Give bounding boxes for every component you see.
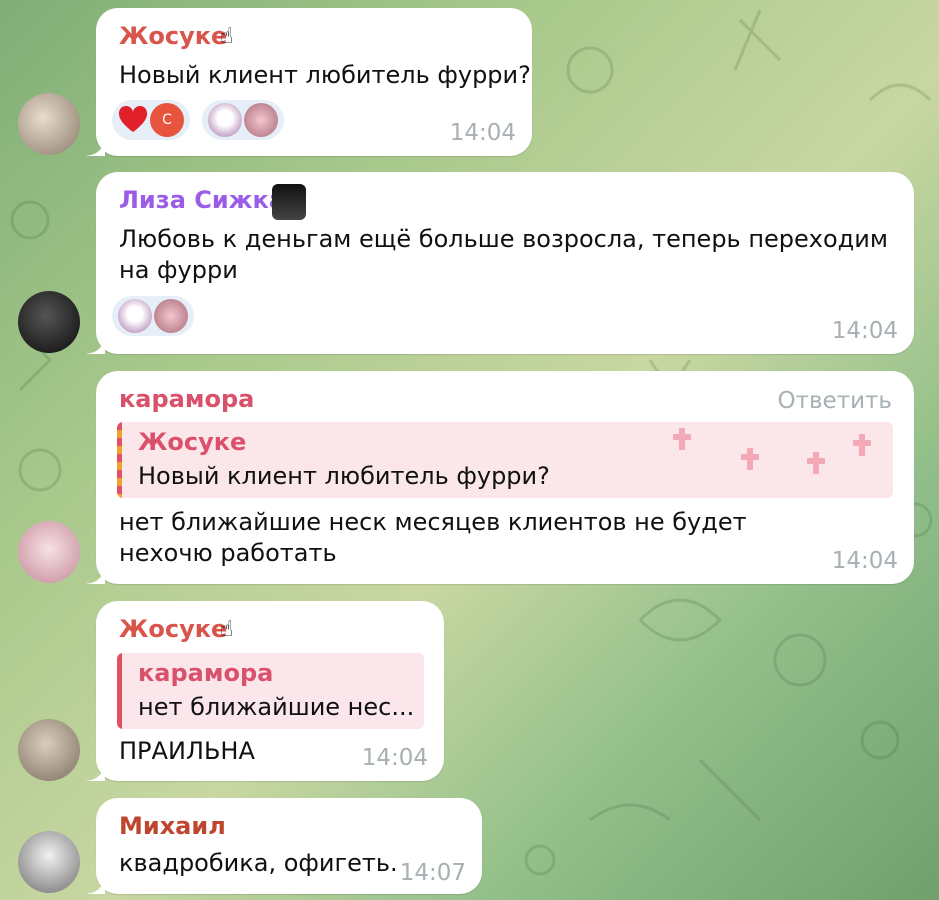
my-melody-sticker-icon	[208, 103, 242, 137]
quote-stripe	[117, 422, 122, 498]
my-melody-sticker-icon	[118, 299, 152, 333]
message-text: квадробика, офигеть.	[119, 849, 398, 877]
reply-button[interactable]: Ответить	[777, 388, 892, 414]
message-time: 14:04	[831, 548, 898, 574]
sender-name[interactable]: карамора	[119, 385, 254, 413]
reply-quote[interactable]: карамора нет ближайшие нес...	[117, 653, 424, 729]
avatar[interactable]	[18, 93, 80, 155]
message-bubble[interactable]: Михаил квадробика, офигеть. 14:07	[87, 798, 482, 894]
quote-text: Новый клиент любитель фурри?	[138, 462, 550, 490]
sender-name[interactable]: Михаил	[119, 812, 226, 840]
reply-quote[interactable]: Жосуке Новый клиент любитель фурри?	[117, 422, 893, 498]
reactions: С	[112, 100, 284, 140]
reaction-sticker[interactable]	[112, 296, 194, 336]
reactions	[112, 296, 194, 336]
cross-pattern-icon	[673, 428, 871, 474]
message-bubble[interactable]: Лиза Сижка Любовь к деньгам ещё больше в…	[87, 172, 914, 354]
avatar[interactable]	[18, 831, 80, 893]
quote-text: нет ближайшие нес...	[138, 693, 415, 721]
avatar[interactable]	[18, 719, 80, 781]
sender-name[interactable]: Лиза Сижка	[119, 186, 285, 214]
reactor-avatar	[154, 299, 188, 333]
message-text: ПРАИЛЬНА	[119, 737, 255, 765]
sender-emoji-icon: ☝	[220, 617, 234, 642]
message-bubble[interactable]: карамора Ответить Жосуке Новый клиент лю…	[87, 371, 914, 584]
message-bubble[interactable]: Жосуке ☝ карамора нет ближайшие нес... П…	[87, 601, 444, 781]
quote-stripe	[117, 653, 122, 729]
reactor-avatar: С	[150, 103, 184, 137]
reaction-sticker[interactable]	[202, 100, 284, 140]
message-text: нет ближайшие неск месяцев клиентов не б…	[119, 508, 747, 567]
message-bubble[interactable]: Жосуке ☝ Новый клиент любитель фурри? С …	[87, 8, 532, 156]
message-time: 14:07	[399, 860, 466, 886]
sender-emoji-icon	[272, 184, 306, 220]
reactor-avatar	[244, 103, 278, 137]
sender-emoji-icon: ☝	[220, 24, 234, 49]
avatar[interactable]	[18, 521, 80, 583]
avatar[interactable]	[18, 291, 80, 353]
sender-name[interactable]: Жосуке	[119, 22, 227, 50]
message-text: Новый клиент любитель фурри?	[119, 61, 531, 89]
sender-name[interactable]: Жосуке	[119, 615, 227, 643]
quote-sender: Жосуке	[138, 428, 247, 456]
message-time: 14:04	[831, 318, 898, 344]
message-text: Любовь к деньгам ещё больше возросла, те…	[119, 225, 888, 284]
message-time: 14:04	[449, 120, 516, 146]
reaction-heart[interactable]: С	[112, 100, 190, 140]
heart-icon	[118, 106, 148, 132]
quote-sender: карамора	[138, 659, 274, 687]
message-time: 14:04	[361, 745, 428, 771]
